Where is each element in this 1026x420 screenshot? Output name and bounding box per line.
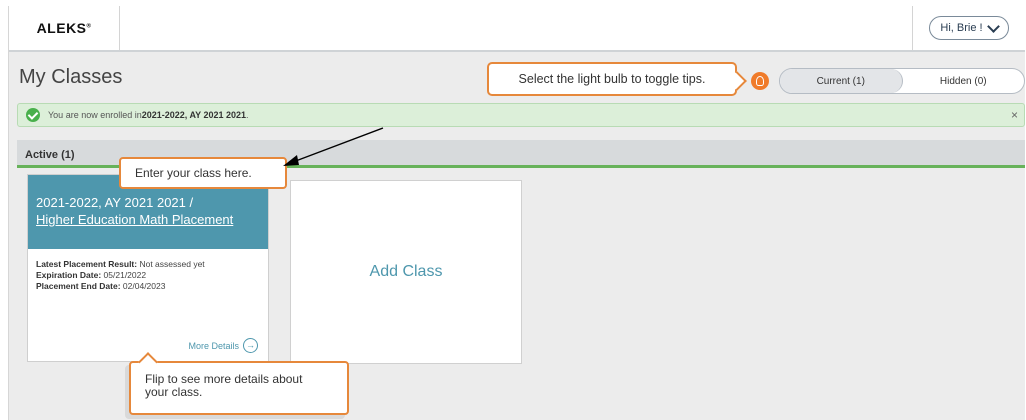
user-menu-cell: Hi, Brie ! <box>912 6 1025 50</box>
app-window: ALEKS® Hi, Brie ! My Classes Select the … <box>8 6 1025 420</box>
add-class-button[interactable]: Add Class <box>290 180 522 364</box>
class-card-subtitle-link[interactable]: Higher Education Math Placement <box>36 212 268 227</box>
class-card-info: Latest Placement Result: Not assessed ye… <box>28 249 268 292</box>
more-details-link[interactable]: More Details → <box>188 338 258 353</box>
flip-card-callout: Flip to see more details about your clas… <box>129 352 349 415</box>
placement-result-row: Latest Placement Result: Not assessed ye… <box>36 259 205 269</box>
tips-callout: Select the light bulb to toggle tips. <box>487 62 747 96</box>
class-card[interactable]: 2021-2022, AY 2021 2021 / Higher Educati… <box>27 174 269 362</box>
page-title: My Classes <box>19 66 123 88</box>
toggle-hidden[interactable]: Hidden (0) <box>903 69 1025 93</box>
user-greeting: Hi, Brie ! <box>940 22 983 34</box>
tips-callout-text: Select the light bulb to toggle tips. <box>518 72 706 86</box>
top-header: ALEKS® Hi, Brie ! <box>9 6 1025 52</box>
arrow-right-circle-icon: → <box>243 338 258 353</box>
enter-class-callout: Enter your class here. <box>119 157 287 189</box>
expiration-row: Expiration Date: 05/21/2022 <box>36 270 147 280</box>
class-filter-toggle: Current (1) Hidden (0) <box>779 68 1025 94</box>
check-circle-icon <box>26 108 40 122</box>
more-details-label: More Details <box>188 340 239 351</box>
callout-tail <box>727 71 747 91</box>
enrollment-notice: You are now enrolled in 2021-2022, AY 20… <box>17 103 1025 127</box>
lightbulb-icon[interactable] <box>751 72 769 90</box>
chevron-down-icon <box>986 19 1000 33</box>
toggle-current[interactable]: Current (1) <box>780 69 903 93</box>
class-card-title: 2021-2022, AY 2021 2021 / <box>36 195 194 210</box>
enter-class-callout-text: Enter your class here. <box>135 166 252 180</box>
placement-end-row: Placement End Date: 02/04/2023 <box>36 281 166 291</box>
close-icon[interactable]: × <box>1011 108 1018 122</box>
add-class-label: Add Class <box>369 263 443 280</box>
notice-prefix: You are now enrolled in <box>48 110 142 120</box>
notice-suffix: . <box>246 110 249 120</box>
flip-callout-line2: your class. <box>145 385 203 399</box>
notice-class-name: 2021-2022, AY 2021 2021 <box>141 110 247 120</box>
aleks-logo[interactable]: ALEKS® <box>37 20 92 36</box>
logo-cell: ALEKS® <box>9 6 120 50</box>
pointer-arrow-icon <box>283 127 384 166</box>
user-menu-button[interactable]: Hi, Brie ! <box>929 16 1009 40</box>
